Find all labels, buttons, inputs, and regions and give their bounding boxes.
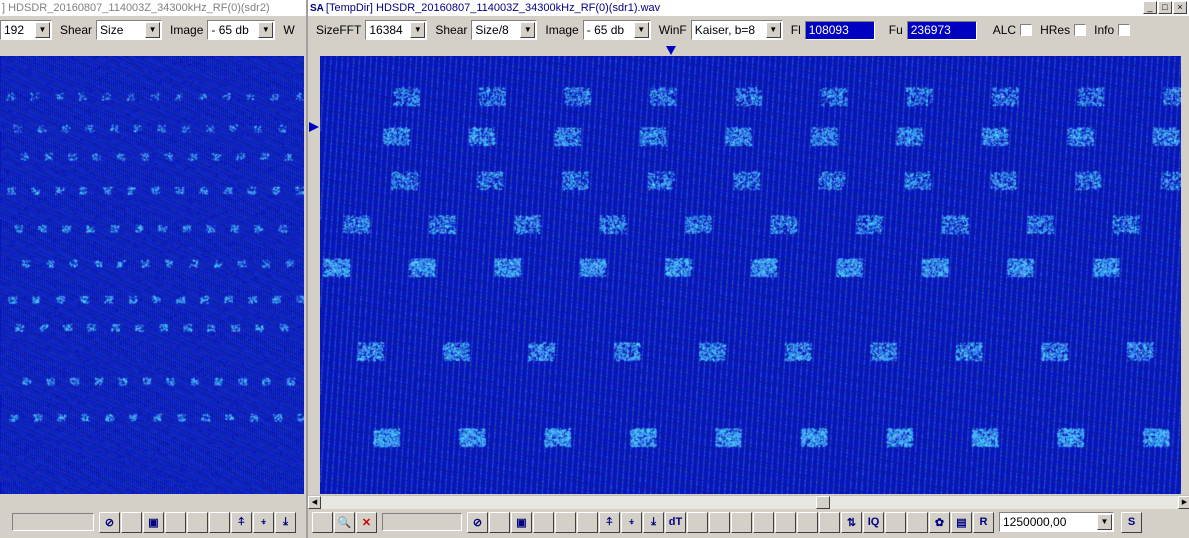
chevron-down-icon[interactable]: ▼ [35,22,50,38]
bottom-toolbar: 🔍 ✕ ⊘ ▣ ⍏ ⍖ ⤓ dT ⇅ IQ ✿ ▤ R 1250000,00 ▼ S [308,510,1189,534]
background-shear-label: Shear [60,23,93,37]
hres-checkbox[interactable] [1074,24,1087,36]
scroll-left-icon[interactable]: ◀ [308,496,321,509]
blank-tool-icon[interactable] [753,511,774,533]
blank-tool-icon[interactable] [577,511,598,533]
clipboard-icon[interactable]: ▤ [951,511,972,533]
horizontal-scrollbar[interactable]: ◀ ▶ [308,495,1189,509]
window-buttons: _ □ × [1143,1,1187,14]
blank-tool-icon[interactable] [775,511,796,533]
blank-tool-icon[interactable] [819,511,840,533]
chevron-down-icon[interactable]: ▼ [145,22,161,38]
blank-tool-icon[interactable] [312,511,333,533]
minimize-button[interactable]: _ [1143,1,1157,14]
fl-label: Fl [790,23,801,37]
background-window[interactable]: ] HDSDR_20160807_114003Z_34300kHz_RF(0)(… [0,0,306,538]
blank-tool-icon[interactable] [885,511,906,533]
r-icon[interactable]: R [973,511,994,533]
arrow-down-bar-icon[interactable]: ⤓ [643,511,664,533]
blank-tool-icon[interactable] [555,511,576,533]
blank-tool-icon[interactable] [731,511,752,533]
blank-tool-icon[interactable] [209,511,230,533]
arrow-down-icon[interactable]: ⍖ [253,511,274,533]
info-label: Info [1094,23,1115,37]
dt-icon[interactable]: dT [665,511,686,533]
scroll-thumb[interactable] [816,496,830,509]
arrow-up-icon[interactable]: ⍏ [599,511,620,533]
active-window-title: [TempDir] HDSDR_20160807_114003Z_34300kH… [325,2,661,14]
frame-icon[interactable]: ▣ [143,511,164,533]
blank-tool-icon[interactable] [797,511,818,533]
shear-select[interactable]: Size/8 ▼ [471,20,538,40]
shear-label: Shear [435,23,468,37]
spectrogram[interactable] [320,56,1181,494]
winf-select[interactable]: Kaiser, b=8 ▼ [690,20,783,40]
zoom-icon[interactable]: 🔍 [334,511,355,533]
arrow-down-icon[interactable]: ⍖ [621,511,642,533]
fu-input[interactable]: 236973 [906,20,977,40]
background-image-label: Image [170,23,204,37]
background-window-title: ] HDSDR_20160807_114003Z_34300kHz_RF(0)(… [0,0,306,16]
active-window-titlebar[interactable]: SA [TempDir] HDSDR_20160807_114003Z_34300… [308,0,1189,16]
chevron-down-icon[interactable]: ▼ [765,22,781,38]
chevron-down-icon[interactable]: ▼ [1097,514,1112,530]
chevron-down-icon[interactable]: ▼ [410,22,426,38]
blank-tool-icon[interactable] [687,511,708,533]
arrow-down-bar-icon[interactable]: ⤓ [275,511,296,533]
status-field [382,513,462,531]
spectrogram-area[interactable] [320,56,1181,494]
close-button[interactable]: × [1173,1,1187,14]
frame-icon[interactable]: ▣ [511,511,532,533]
winf-label: WinF [658,23,687,37]
sizefft-select[interactable]: 16384 ▼ [365,20,428,40]
blank-tool-icon[interactable] [533,511,554,533]
sample-rate-select[interactable]: 1250000,00 ▼ [999,512,1114,532]
blank-tool-icon[interactable] [709,511,730,533]
background-w-label: W [283,23,295,37]
blank-tool-icon[interactable] [121,511,142,533]
swap-vertical-icon[interactable]: ⇅ [841,511,862,533]
image-select[interactable]: - 65 db ▼ [582,20,651,40]
cancel-x-icon[interactable]: ✕ [356,511,377,533]
s-button[interactable]: S [1121,511,1142,533]
hres-label: HRes [1040,23,1071,37]
background-shear-select[interactable]: Size ▼ [96,20,163,40]
blank-tool-icon[interactable] [489,511,510,533]
background-status-field [12,513,94,531]
background-spectrogram[interactable] [0,56,304,494]
active-window[interactable]: SA [TempDir] HDSDR_20160807_114003Z_34300… [306,0,1189,538]
alc-label: ALC [992,23,1017,37]
iq-icon[interactable]: IQ [863,511,884,533]
app-icon: SA [310,3,324,14]
info-checkbox[interactable] [1118,24,1131,36]
blank-tool-icon[interactable] [907,511,928,533]
chevron-down-icon[interactable]: ▼ [520,22,536,38]
control-bar: SizeFFT 16384 ▼ Shear Size/8 ▼ Image - 6… [308,18,1189,42]
chevron-down-icon[interactable]: ▼ [633,22,649,38]
gear-icon[interactable]: ✿ [929,511,950,533]
arrow-up-icon[interactable]: ⍏ [231,511,252,533]
background-sizefft-select[interactable]: 192 ▼ [0,20,52,40]
sizefft-label: SizeFFT [316,23,362,37]
stop-icon[interactable]: ⊘ [467,511,488,533]
maximize-button[interactable]: □ [1158,1,1172,14]
stop-icon[interactable]: ⊘ [99,511,120,533]
time-marker-icon[interactable] [309,122,319,132]
blank-tool-icon[interactable] [187,511,208,533]
background-toolbar: ⊘ ▣ ⍏ ⍖ ⤓ [0,510,306,534]
image-label: Image [545,23,579,37]
blank-tool-icon[interactable] [165,511,186,533]
scroll-right-icon[interactable]: ▶ [1178,496,1189,509]
frequency-marker-icon[interactable] [666,46,676,55]
alc-checkbox[interactable] [1020,24,1033,36]
fl-input[interactable]: 108093 [804,20,875,40]
background-image-select[interactable]: - 65 db ▼ [207,20,276,40]
fu-label: Fu [888,23,903,37]
background-control-bar: 192 ▼ Shear Size ▼ Image - 65 db ▼ W [0,18,306,42]
chevron-down-icon[interactable]: ▼ [258,22,274,38]
